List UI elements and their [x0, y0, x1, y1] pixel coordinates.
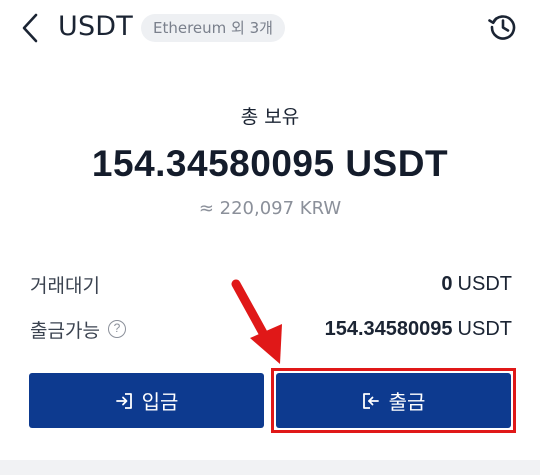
deposit-button[interactable]: 입금: [29, 373, 264, 428]
available-amount: 154.34580095: [324, 317, 453, 340]
history-button[interactable]: [486, 10, 520, 44]
pending-amount: 0: [441, 272, 453, 295]
back-button[interactable]: [14, 10, 46, 46]
pending-label: 거래대기: [30, 274, 100, 297]
total-balance-amount: 154.34580095 USDT: [91, 143, 449, 184]
history-clock-icon: [488, 15, 516, 40]
page-title: USDT: [58, 11, 133, 42]
chevron-left-icon: [22, 13, 38, 43]
help-icon[interactable]: ?: [107, 320, 126, 338]
total-balance-label: 총 보유: [240, 106, 300, 128]
deposit-label: 입금: [141, 390, 179, 414]
deposit-icon: [115, 392, 132, 409]
network-chip[interactable]: Ethereum 외 3개: [141, 14, 285, 42]
pending-unit: USDT: [457, 272, 512, 295]
pending-value: 0 USDT: [441, 273, 512, 296]
bottom-strip: [0, 460, 540, 475]
available-unit: USDT: [457, 317, 512, 340]
available-value: 154.34580095 USDT: [325, 318, 512, 341]
available-label: 출금가능: [30, 319, 100, 342]
red-arrow-annotation: [231, 279, 282, 364]
withdraw-highlight-box: [271, 368, 516, 433]
header: USDT Ethereum 외 3개: [0, 0, 540, 56]
fiat-equivalent: ≈ 220,097 KRW: [198, 198, 342, 219]
available-label-group: 출금가능 ?: [30, 316, 126, 343]
